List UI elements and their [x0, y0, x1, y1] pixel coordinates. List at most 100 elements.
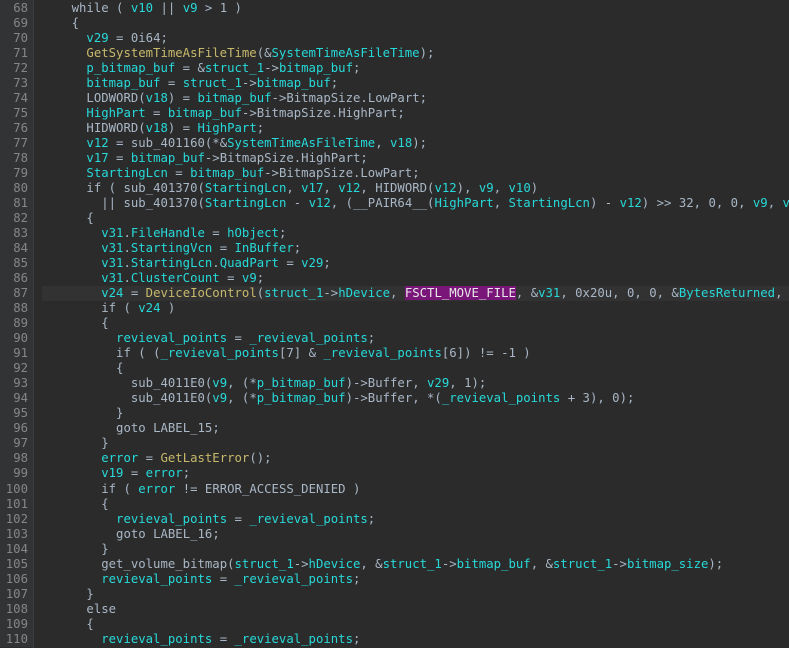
line-number[interactable]: 85: [0, 256, 33, 271]
code-token-var[interactable]: hDevice: [338, 286, 390, 300]
code-token-var[interactable]: v18: [390, 136, 412, 150]
line-number[interactable]: 84: [0, 241, 33, 256]
code-line[interactable]: revieval_points = _revieval_points;: [42, 632, 789, 647]
code-token-var[interactable]: v31: [101, 256, 123, 270]
code-token-var[interactable]: HighPart: [86, 106, 145, 120]
code-line[interactable]: bitmap_buf = struct_1->bitmap_buf;: [42, 76, 789, 91]
code-token-var[interactable]: v31: [538, 286, 560, 300]
code-token-var[interactable]: bitmap_buf: [131, 151, 205, 165]
line-number[interactable]: 108: [0, 602, 33, 617]
line-number[interactable]: 91: [0, 346, 33, 361]
code-token-var[interactable]: error: [101, 451, 138, 465]
code-line[interactable]: if ( error != ERROR_ACCESS_DENIED ): [42, 482, 789, 497]
line-number[interactable]: 74: [0, 91, 33, 106]
code-token-var[interactable]: hObject: [227, 226, 279, 240]
code-line[interactable]: if ( v24 ): [42, 301, 789, 316]
line-number[interactable]: 70: [0, 31, 33, 46]
code-line[interactable]: p_bitmap_buf = &struct_1->bitmap_buf;: [42, 61, 789, 76]
line-number[interactable]: 94: [0, 391, 33, 406]
code-token-var[interactable]: v12: [309, 196, 331, 210]
code-token-var[interactable]: v12: [620, 196, 642, 210]
line-number[interactable]: 110: [0, 632, 33, 647]
line-number[interactable]: 69: [0, 16, 33, 31]
line-number[interactable]: 73: [0, 76, 33, 91]
code-line[interactable]: error = GetLastError();: [42, 451, 789, 466]
line-number[interactable]: 68: [0, 1, 33, 16]
code-line-current[interactable]: v24 = DeviceIoControl(struct_1->hDevice,…: [42, 286, 789, 301]
code-token-var[interactable]: v9: [183, 1, 198, 15]
code-token-var[interactable]: v29: [86, 31, 108, 45]
code-token-var[interactable]: revieval_points: [101, 632, 212, 646]
code-token-var[interactable]: v29: [427, 376, 449, 390]
code-token-var[interactable]: struct_1: [383, 557, 442, 571]
code-token-var[interactable]: v10: [509, 181, 531, 195]
code-token-var[interactable]: struct_1: [183, 76, 242, 90]
code-token-var[interactable]: v31: [101, 241, 123, 255]
code-line[interactable]: if ( sub_401370(StartingLcn, v17, v12, H…: [42, 181, 789, 196]
line-number[interactable]: 90: [0, 331, 33, 346]
code-line[interactable]: }: [42, 436, 789, 451]
line-number[interactable]: 97: [0, 436, 33, 451]
code-token-var[interactable]: struct_1: [264, 286, 323, 300]
code-token-var[interactable]: bitmap_size: [627, 557, 708, 571]
code-token-var[interactable]: v19: [101, 466, 123, 480]
code-token-func[interactable]: DeviceIoControl: [146, 286, 257, 300]
code-line[interactable]: v31.ClusterCount = v9;: [42, 271, 789, 286]
code-line[interactable]: || sub_401370(StartingLcn - v12, (__PAIR…: [42, 196, 789, 211]
code-token-var[interactable]: v24: [101, 286, 123, 300]
line-number[interactable]: 102: [0, 512, 33, 527]
code-token-var[interactable]: error: [146, 466, 183, 480]
code-token-var[interactable]: error: [138, 482, 175, 496]
code-line[interactable]: sub_4011E0(v9, (*p_bitmap_buf)->Buffer, …: [42, 391, 789, 406]
line-number[interactable]: 81: [0, 196, 33, 211]
line-number[interactable]: 76: [0, 121, 33, 136]
code-line[interactable]: }: [42, 542, 789, 557]
code-line[interactable]: HighPart = bitmap_buf->BitmapSize.HighPa…: [42, 106, 789, 121]
code-line[interactable]: v17 = bitmap_buf->BitmapSize.HighPart;: [42, 151, 789, 166]
code-line[interactable]: {: [42, 211, 789, 226]
line-number[interactable]: 83: [0, 226, 33, 241]
line-number[interactable]: 96: [0, 421, 33, 436]
code-line[interactable]: get_volume_bitmap(struct_1->hDevice, &st…: [42, 557, 789, 572]
code-token-var[interactable]: struct_1: [205, 61, 264, 75]
line-number[interactable]: 107: [0, 587, 33, 602]
code-token-var[interactable]: bitmap_buf: [86, 76, 160, 90]
line-number[interactable]: 104: [0, 542, 33, 557]
code-token-var[interactable]: BytesReturned: [679, 286, 775, 300]
code-token-var[interactable]: HighPart: [434, 196, 493, 210]
line-number[interactable]: 72: [0, 61, 33, 76]
code-token-var[interactable]: v18: [146, 91, 168, 105]
code-line[interactable]: goto LABEL_16;: [42, 527, 789, 542]
code-token-var[interactable]: SystemTimeAsFileTime: [227, 136, 375, 150]
pseudocode-editor[interactable]: 6869707172737475767778798081828384858687…: [0, 0, 789, 648]
line-number[interactable]: 93: [0, 376, 33, 391]
code-token-var[interactable]: bitmap_buf: [198, 91, 272, 105]
code-token-var[interactable]: HighPart: [198, 121, 257, 135]
code-line[interactable]: v19 = error;: [42, 466, 789, 481]
code-token-var[interactable]: StartingLcn: [205, 181, 286, 195]
code-token-var[interactable]: v24: [138, 301, 160, 315]
code-line[interactable]: v31.FileHandle = hObject;: [42, 226, 789, 241]
line-number[interactable]: 88: [0, 301, 33, 316]
code-line[interactable]: StartingLcn = bitmap_buf->BitmapSize.Low…: [42, 166, 789, 181]
code-line[interactable]: revieval_points = _revieval_points;: [42, 572, 789, 587]
line-number[interactable]: 78: [0, 151, 33, 166]
code-token-var[interactable]: ClusterCount: [131, 271, 220, 285]
code-line[interactable]: }: [42, 587, 789, 602]
line-number[interactable]: 103: [0, 527, 33, 542]
code-token-var[interactable]: v9: [753, 196, 768, 210]
code-token-var[interactable]: StartingLcn: [86, 166, 167, 180]
code-token-var[interactable]: v17: [301, 181, 323, 195]
code-token-var[interactable]: p_bitmap_buf: [86, 61, 175, 75]
code-token-var[interactable]: v31: [101, 226, 123, 240]
line-number[interactable]: 109: [0, 617, 33, 632]
line-number[interactable]: 82: [0, 211, 33, 226]
code-token-var[interactable]: v9: [242, 271, 257, 285]
line-number[interactable]: 100: [0, 482, 33, 497]
code-token-var[interactable]: SystemTimeAsFileTime: [272, 46, 420, 60]
code-token-var[interactable]: QuadPart: [220, 256, 279, 270]
code-token-var[interactable]: bitmap_buf: [457, 557, 531, 571]
line-number[interactable]: 106: [0, 572, 33, 587]
code-token-var[interactable]: v9: [212, 391, 227, 405]
code-token-var[interactable]: v9: [212, 376, 227, 390]
